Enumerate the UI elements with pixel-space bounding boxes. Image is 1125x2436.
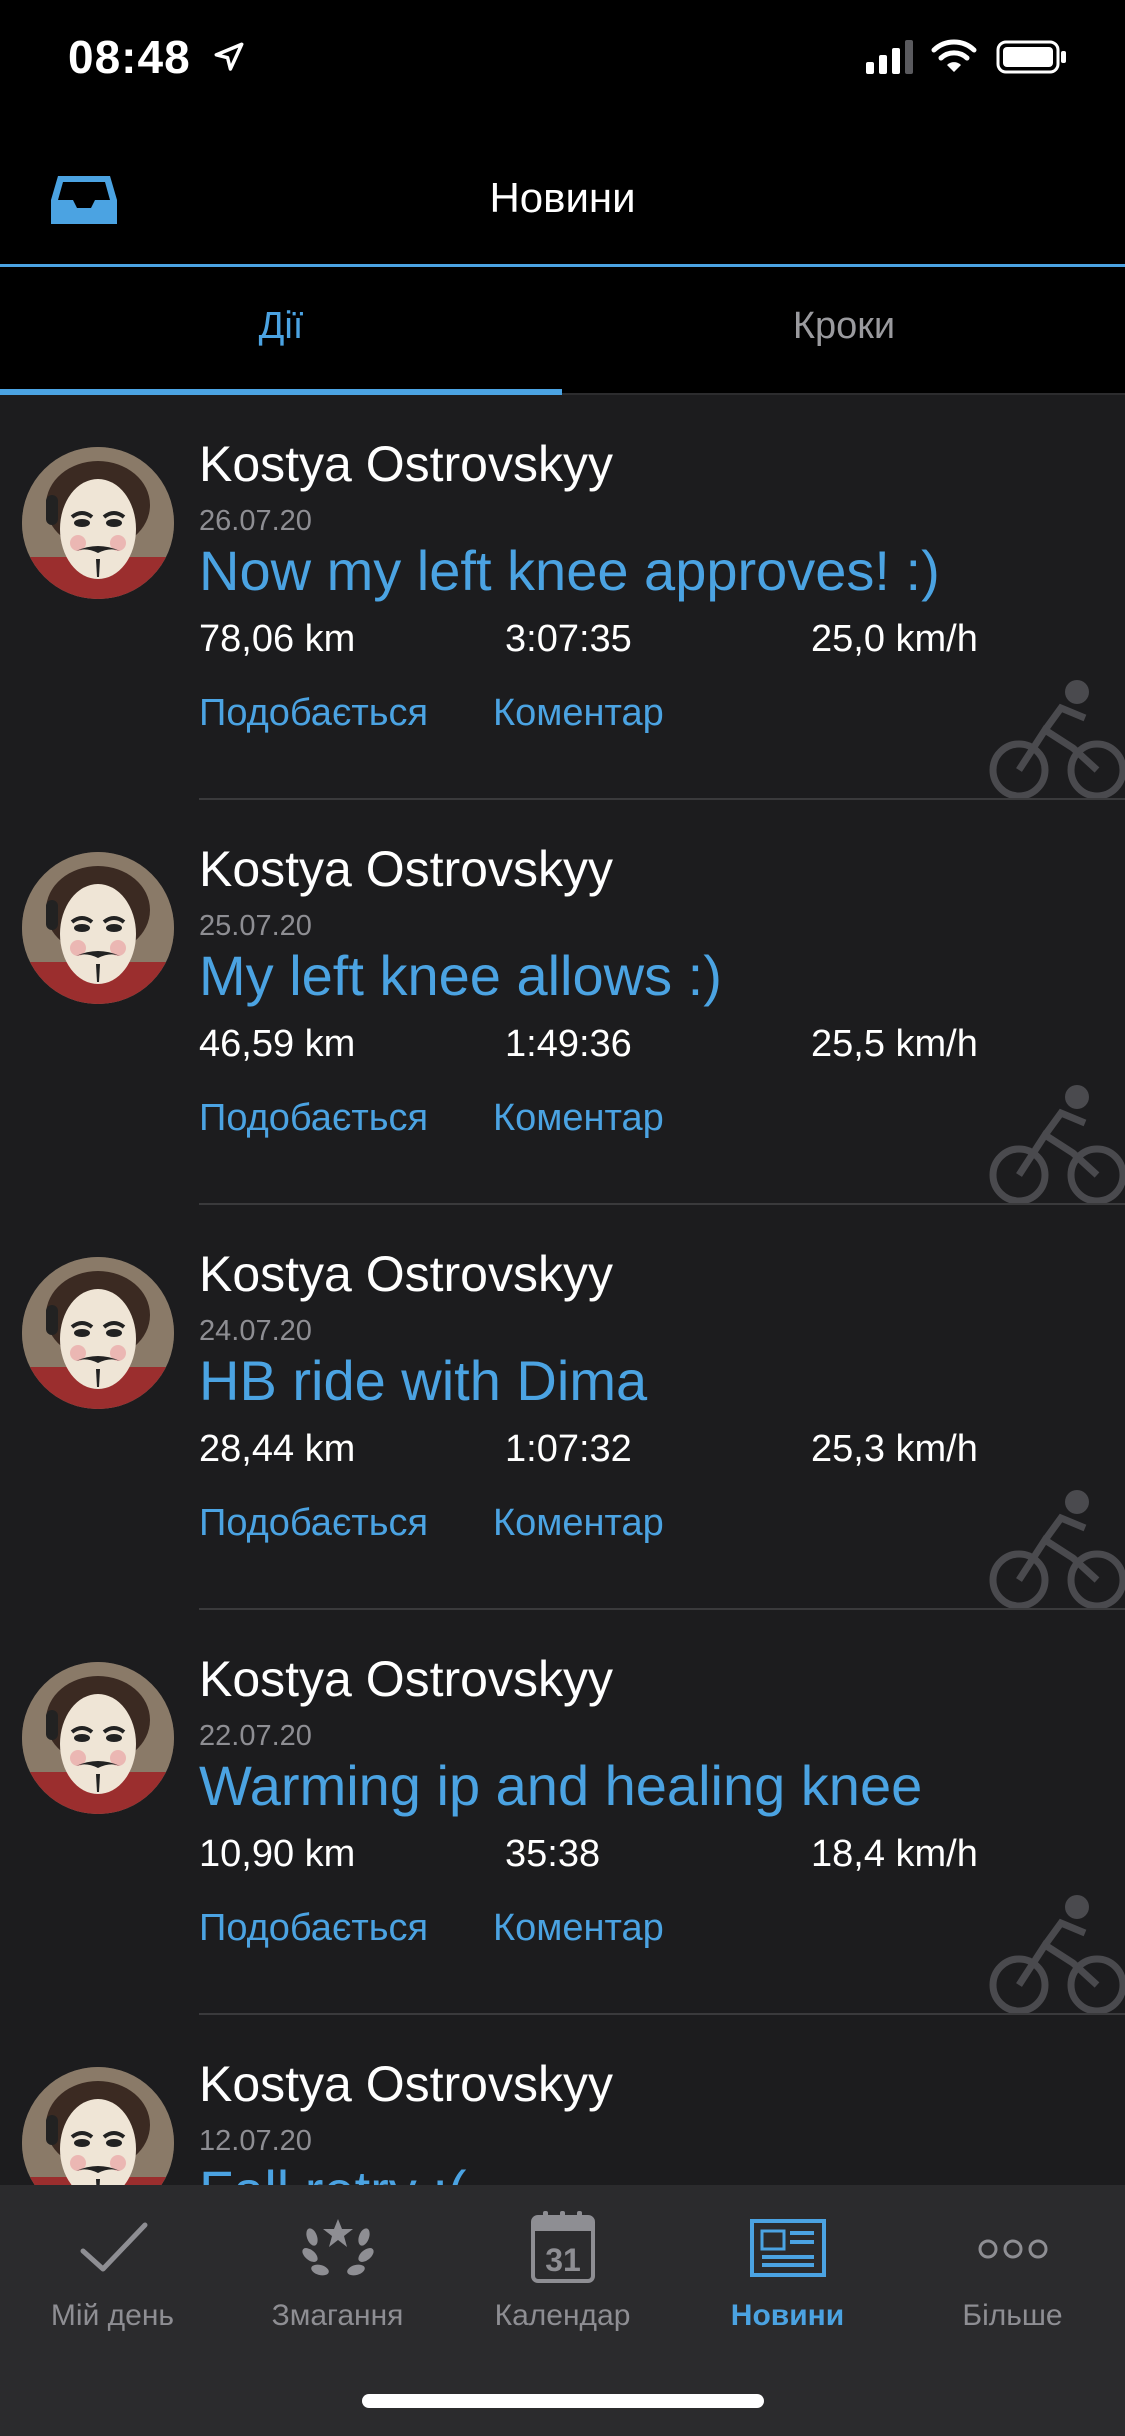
page-title: Новини <box>489 174 636 221</box>
activity-card[interactable]: Kostya Ostrovskyy 22.07.20 Warming ip an… <box>0 1610 1125 2015</box>
cellular-signal-icon <box>866 40 913 74</box>
nav-challenges[interactable]: Змагання <box>225 2207 450 2357</box>
comment-button[interactable]: Коментар <box>493 1907 664 1950</box>
nav-calendar[interactable]: 31 Календар <box>450 2207 675 2357</box>
activity-card[interactable]: Kostya Ostrovskyy 25.07.20 My left knee … <box>0 800 1125 1205</box>
nav-label: Більше <box>962 2299 1063 2332</box>
avatar[interactable] <box>22 1662 174 1814</box>
stat-duration: 1:07:32 <box>505 1428 632 1470</box>
calendar-icon: 31 <box>530 2211 595 2283</box>
newsfeed-icon <box>749 2219 826 2277</box>
activity-title[interactable]: Fall retry :( <box>199 2158 467 2185</box>
avatar[interactable] <box>22 852 174 1004</box>
stat-duration: 1:49:36 <box>505 1023 632 1065</box>
tab-activities[interactable]: Дії <box>0 267 562 393</box>
wifi-icon <box>931 39 977 72</box>
like-button[interactable]: Подобається <box>199 1502 428 1545</box>
stat-distance: 78,06 km <box>199 618 356 660</box>
home-indicator[interactable] <box>362 2394 764 2408</box>
activity-card[interactable]: Kostya Ostrovskyy 26.07.20 Now my left k… <box>0 395 1125 800</box>
cycling-icon <box>989 1490 1125 1610</box>
like-button[interactable]: Подобається <box>199 1097 428 1140</box>
like-button[interactable]: Подобається <box>199 1907 428 1950</box>
card-user-name[interactable]: Kostya Ostrovskyy <box>199 840 613 898</box>
card-user-name[interactable]: Kostya Ostrovskyy <box>199 435 613 493</box>
avatar[interactable] <box>22 2067 174 2185</box>
nav-label: Змагання <box>271 2299 404 2332</box>
like-button[interactable]: Подобається <box>199 692 428 735</box>
checkmark-icon <box>80 2222 147 2272</box>
avatar[interactable] <box>22 1257 174 1409</box>
app-header: Новини <box>0 130 1125 267</box>
cycling-icon <box>989 1085 1125 1205</box>
stat-speed: 25,0 km/h <box>811 618 978 660</box>
status-bar: 08:48 <box>0 0 1125 130</box>
avatar[interactable] <box>22 447 174 599</box>
location-arrow-icon <box>214 42 244 71</box>
card-date: 25.07.20 <box>199 910 312 942</box>
activity-title[interactable]: HB ride with Dima <box>199 1348 647 1413</box>
status-time: 08:48 <box>68 31 191 83</box>
laurel-icon <box>301 2219 374 2276</box>
comment-button[interactable]: Коментар <box>493 1097 664 1140</box>
nav-news[interactable]: Новини <box>675 2207 900 2357</box>
stat-distance: 10,90 km <box>199 1833 356 1875</box>
card-user-name[interactable]: Kostya Ostrovskyy <box>199 1650 613 1708</box>
nav-more[interactable]: Більше <box>900 2207 1125 2357</box>
stat-distance: 46,59 km <box>199 1023 356 1065</box>
card-user-name[interactable]: Kostya Ostrovskyy <box>199 1245 613 1303</box>
card-date: 22.07.20 <box>199 1720 312 1752</box>
activity-title[interactable]: Warming ip and healing knee <box>199 1753 922 1818</box>
activity-title[interactable]: My left knee allows :) <box>199 943 722 1008</box>
nav-label: Новини <box>730 2299 845 2332</box>
stat-distance: 28,44 km <box>199 1428 356 1470</box>
feed-tabs: Дії Кроки <box>0 267 1125 395</box>
comment-button[interactable]: Коментар <box>493 692 664 735</box>
comment-button[interactable]: Коментар <box>493 1502 664 1545</box>
calendar-day: 31 <box>545 2242 581 2278</box>
battery-icon <box>996 40 1066 74</box>
stat-speed: 18,4 km/h <box>811 1833 978 1875</box>
card-user-name[interactable]: Kostya Ostrovskyy <box>199 2055 613 2113</box>
activity-card[interactable]: Kostya Ostrovskyy 24.07.20 HB ride with … <box>0 1205 1125 1610</box>
stat-speed: 25,5 km/h <box>811 1023 978 1065</box>
stat-duration: 35:38 <box>505 1833 601 1875</box>
card-date: 12.07.20 <box>199 2125 312 2157</box>
activity-card[interactable]: Kostya Ostrovskyy 12.07.20 Fall retry :( <box>0 2015 1125 2185</box>
tab-steps[interactable]: Кроки <box>563 267 1125 393</box>
more-icon <box>978 2239 1047 2259</box>
card-date: 26.07.20 <box>199 505 312 537</box>
cycling-icon <box>989 680 1125 800</box>
nav-my-day[interactable]: Мій день <box>0 2207 225 2357</box>
cycling-icon <box>989 1895 1125 2015</box>
nav-label: Мій день <box>50 2299 175 2332</box>
card-date: 24.07.20 <box>199 1315 312 1347</box>
news-feed[interactable]: Kostya Ostrovskyy 26.07.20 Now my left k… <box>0 395 1125 2185</box>
nav-label: Календар <box>494 2299 631 2332</box>
stat-speed: 25,3 km/h <box>811 1428 978 1470</box>
activity-title[interactable]: Now my left knee approves! :) <box>199 538 940 603</box>
stat-duration: 3:07:35 <box>505 618 632 660</box>
